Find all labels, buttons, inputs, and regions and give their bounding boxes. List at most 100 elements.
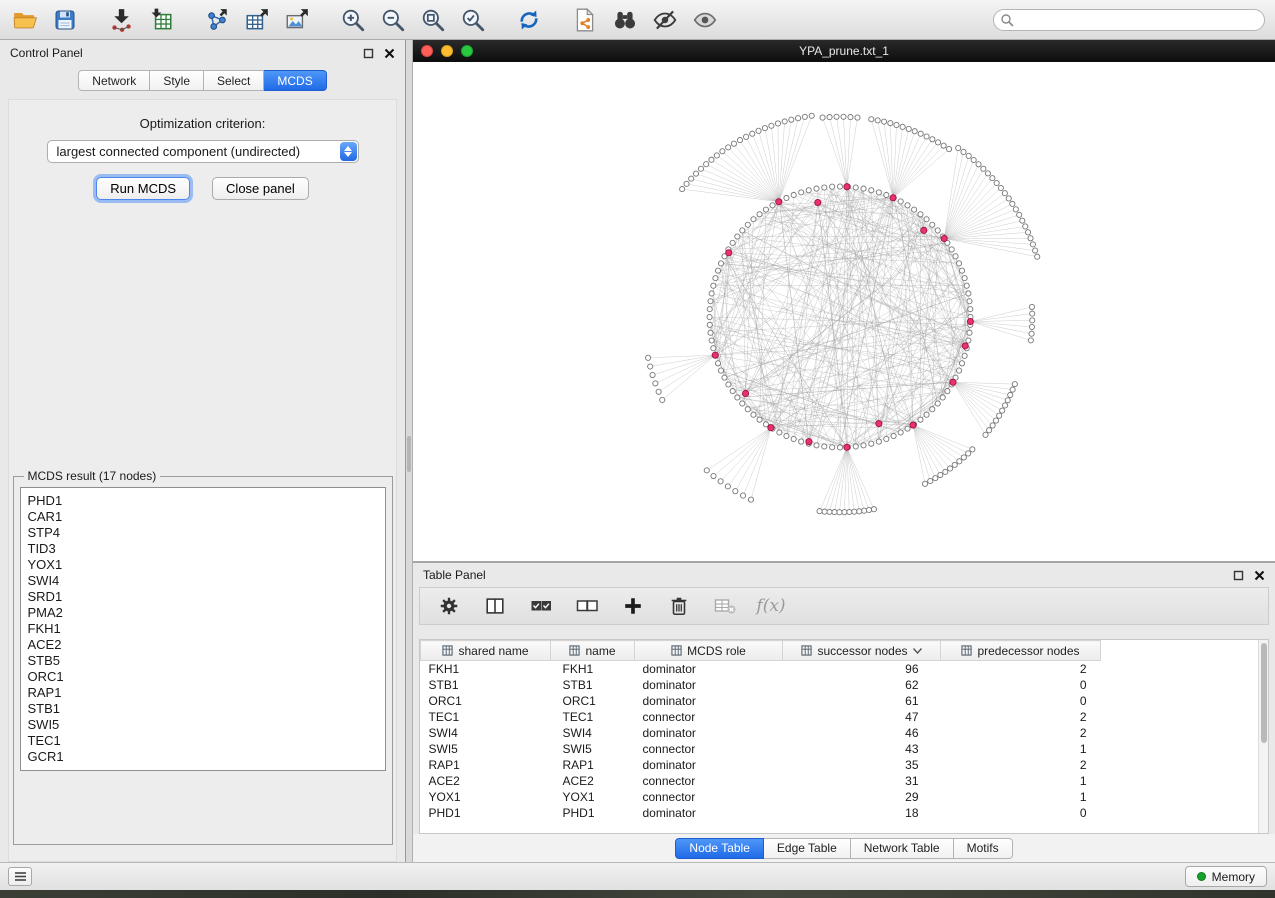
export-table-button[interactable]: [242, 5, 272, 35]
table-cell[interactable]: YOX1: [551, 789, 635, 805]
search-network-button[interactable]: [610, 5, 640, 35]
table-cell[interactable]: 18: [783, 805, 941, 821]
table-cell[interactable]: FKH1: [551, 661, 635, 677]
share-document-button[interactable]: [570, 5, 600, 35]
column-header-predecessor-nodes[interactable]: predecessor nodes: [941, 641, 1101, 661]
show-column-button[interactable]: [482, 593, 508, 619]
float-panel-icon[interactable]: [363, 48, 374, 59]
table-cell[interactable]: dominator: [635, 677, 783, 693]
table-row[interactable]: SWI4SWI4dominator462: [421, 725, 1259, 741]
add-column-button[interactable]: [620, 593, 646, 619]
table-cell[interactable]: 29: [783, 789, 941, 805]
table-cell[interactable]: 62: [783, 677, 941, 693]
result-item[interactable]: GCR1: [28, 749, 378, 765]
search-input[interactable]: [993, 9, 1265, 31]
tab-network[interactable]: Network: [78, 70, 150, 91]
memory-button[interactable]: Memory: [1185, 866, 1267, 887]
table-cell[interactable]: SWI5: [421, 741, 551, 757]
hide-toggle-button[interactable]: [650, 5, 680, 35]
delete-column-button[interactable]: [666, 593, 692, 619]
result-item[interactable]: STB5: [28, 653, 378, 669]
table-row[interactable]: SWI5SWI5connector431: [421, 741, 1259, 757]
column-header-name[interactable]: name: [551, 641, 635, 661]
table-cell[interactable]: ACE2: [551, 773, 635, 789]
table-row[interactable]: FKH1FKH1dominator962: [421, 661, 1259, 677]
column-header-successor-nodes[interactable]: successor nodes: [783, 641, 941, 661]
open-session-button[interactable]: [10, 5, 40, 35]
table-cell[interactable]: FKH1: [421, 661, 551, 677]
result-item[interactable]: ORC1: [28, 669, 378, 685]
mcds-result-list[interactable]: PHD1CAR1STP4TID3YOX1SWI4SRD1PMA2FKH1ACE2…: [20, 487, 386, 771]
result-item[interactable]: YOX1: [28, 557, 378, 573]
table-cell[interactable]: connector: [635, 773, 783, 789]
table-cell[interactable]: 0: [941, 677, 1101, 693]
table-row[interactable]: ORC1ORC1dominator610: [421, 693, 1259, 709]
result-item[interactable]: SWI4: [28, 573, 378, 589]
result-item[interactable]: SRD1: [28, 589, 378, 605]
table-cell[interactable]: TEC1: [421, 709, 551, 725]
close-panel-button[interactable]: Close panel: [212, 177, 309, 200]
table-cell[interactable]: YOX1: [421, 789, 551, 805]
table-cell[interactable]: 2: [941, 709, 1101, 725]
zoom-out-button[interactable]: [378, 5, 408, 35]
vertical-splitter[interactable]: [406, 40, 413, 862]
tab-select[interactable]: Select: [204, 70, 264, 91]
minimize-window-button[interactable]: [441, 45, 453, 57]
refresh-layout-button[interactable]: [514, 5, 544, 35]
table-cell[interactable]: 35: [783, 757, 941, 773]
table-cell[interactable]: RAP1: [551, 757, 635, 773]
table-row[interactable]: STB1STB1dominator620: [421, 677, 1259, 693]
result-item[interactable]: STB1: [28, 701, 378, 717]
column-header-shared-name[interactable]: shared name: [421, 641, 551, 661]
table-cell[interactable]: SWI4: [551, 725, 635, 741]
table-cell[interactable]: 96: [783, 661, 941, 677]
table-cell[interactable]: 46: [783, 725, 941, 741]
deselect-all-button[interactable]: [574, 593, 600, 619]
close-window-button[interactable]: [421, 45, 433, 57]
table-cell[interactable]: PHD1: [421, 805, 551, 821]
close-panel-icon[interactable]: [384, 48, 395, 59]
table-cell[interactable]: 2: [941, 757, 1101, 773]
table-cell[interactable]: connector: [635, 709, 783, 725]
result-item[interactable]: PMA2: [28, 605, 378, 621]
table-settings-button[interactable]: [436, 593, 462, 619]
table-cell[interactable]: dominator: [635, 661, 783, 677]
zoom-selected-button[interactable]: [458, 5, 488, 35]
table-cell[interactable]: 2: [941, 661, 1101, 677]
table-cell[interactable]: PHD1: [551, 805, 635, 821]
table-cell[interactable]: 1: [941, 741, 1101, 757]
show-toggle-button[interactable]: [690, 5, 720, 35]
table-cell[interactable]: ORC1: [551, 693, 635, 709]
table-cell[interactable]: dominator: [635, 757, 783, 773]
splitter-handle[interactable]: [407, 436, 411, 472]
result-item[interactable]: ACE2: [28, 637, 378, 653]
tab-network-table[interactable]: Network Table: [851, 838, 954, 859]
delete-table-button[interactable]: [712, 593, 738, 619]
result-item[interactable]: RAP1: [28, 685, 378, 701]
result-item[interactable]: CAR1: [28, 509, 378, 525]
table-row[interactable]: ACE2ACE2connector311: [421, 773, 1259, 789]
tab-edge-table[interactable]: Edge Table: [764, 838, 851, 859]
table-row[interactable]: RAP1RAP1dominator352: [421, 757, 1259, 773]
maximize-window-button[interactable]: [461, 45, 473, 57]
status-menu-button[interactable]: [8, 867, 32, 886]
table-cell[interactable]: 0: [941, 805, 1101, 821]
result-item[interactable]: FKH1: [28, 621, 378, 637]
table-cell[interactable]: 31: [783, 773, 941, 789]
table-cell[interactable]: 1: [941, 789, 1101, 805]
table-cell[interactable]: connector: [635, 741, 783, 757]
table-cell[interactable]: STB1: [551, 677, 635, 693]
export-network-button[interactable]: [202, 5, 232, 35]
table-cell[interactable]: 0: [941, 693, 1101, 709]
tab-node-table[interactable]: Node Table: [675, 838, 764, 859]
zoom-in-button[interactable]: [338, 5, 368, 35]
close-table-panel-icon[interactable]: [1254, 570, 1265, 581]
table-row[interactable]: PHD1PHD1dominator180: [421, 805, 1259, 821]
table-cell[interactable]: ORC1: [421, 693, 551, 709]
table-cell[interactable]: dominator: [635, 725, 783, 741]
table-scrollbar[interactable]: [1258, 640, 1268, 833]
table-row[interactable]: TEC1TEC1connector472: [421, 709, 1259, 725]
run-mcds-button[interactable]: Run MCDS: [96, 177, 190, 200]
result-item[interactable]: TEC1: [28, 733, 378, 749]
result-item[interactable]: STP4: [28, 525, 378, 541]
